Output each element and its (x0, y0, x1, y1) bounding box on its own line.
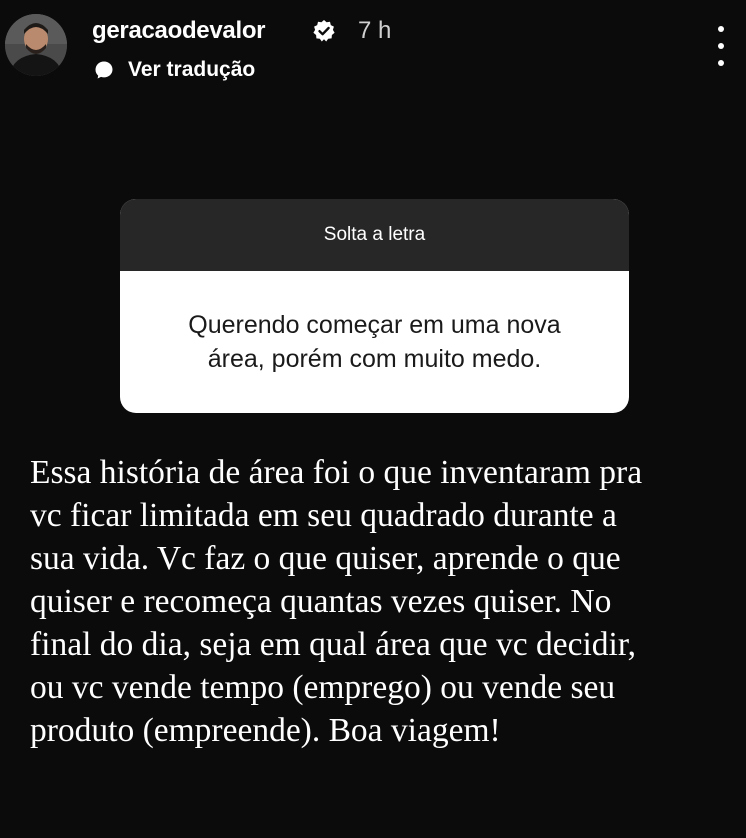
more-vertical-icon (718, 26, 724, 32)
verified-badge-icon (313, 20, 335, 42)
answer-line: ou vc vende tempo (emprego) ou vende seu (30, 669, 616, 706)
answer-line: Essa história de área foi o que inventar… (30, 454, 643, 491)
answer-line: quiser e recomeça quantas vezes quiser. … (30, 583, 612, 620)
question-line: Querendo começar em uma nova (188, 311, 561, 339)
username[interactable]: geracaodevalor (92, 15, 266, 47)
story-view: geracaodevalor 7 h Ver tradução Solta a … (0, 0, 746, 838)
question-sticker: Solta a letra Querendo começar em uma no… (120, 199, 629, 413)
more-options-button[interactable] (708, 26, 734, 66)
see-translation-link[interactable]: Ver tradução (94, 56, 255, 84)
question-line: área, porém com muito medo. (207, 345, 542, 373)
answer-line: final do dia, seja em qual área que vc d… (30, 626, 637, 663)
see-translation-label: Ver tradução (128, 58, 256, 81)
avatar[interactable] (5, 14, 67, 76)
answer-line: sua vida. Vc faz o que quiser, aprende o… (30, 540, 621, 577)
more-vertical-icon-dot (718, 60, 724, 66)
chat-bubble-icon (95, 61, 113, 79)
answer-text: Essa história de área foi o que inventar… (30, 451, 730, 752)
post-time: 7 h (358, 17, 392, 44)
answer-line: produto (empreende). Boa viagem! (30, 712, 501, 749)
question-sticker-title: Solta a letra (120, 199, 629, 271)
avatar-image (5, 14, 67, 76)
answer-line: vc ficar limitada em seu quadrado durant… (30, 497, 617, 534)
more-vertical-icon-dot (718, 43, 724, 49)
question-text: Querendo começar em uma nova área, porém… (120, 271, 629, 413)
